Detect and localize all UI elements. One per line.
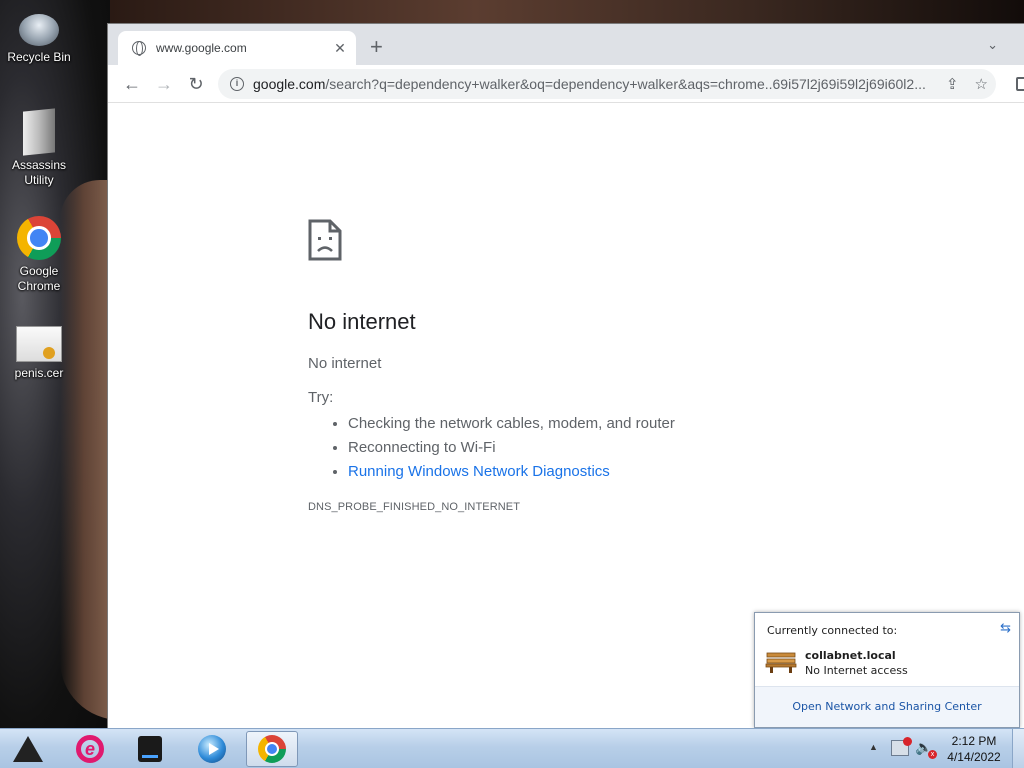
network-status: No Internet access [805, 664, 908, 677]
network-flyout-header: Currently connected to: [767, 624, 898, 637]
list-item: Running Windows Network Diagnostics [348, 460, 828, 484]
url-domain: google.com [253, 76, 326, 92]
address-url[interactable]: google.com/search?q=dependency+walker&oq… [253, 76, 930, 92]
assassins-utility-icon [23, 108, 55, 156]
tab-search-chevron-icon[interactable]: ⌄ [987, 37, 998, 53]
forward-button[interactable]: → [151, 71, 177, 97]
site-info-icon[interactable]: i [230, 77, 244, 91]
desktop-icon-label: Recycle Bin [7, 50, 71, 64]
globe-icon [132, 41, 146, 56]
address-bar[interactable]: i google.com/search?q=dependency+walker&… [218, 69, 996, 99]
desktop-icon-label: penis.cer [14, 366, 64, 380]
usb-drive-icon [138, 736, 162, 762]
side-panel-icon[interactable] [1016, 77, 1024, 91]
share-icon[interactable]: ⇪ [946, 75, 959, 93]
taskbar-internet-explorer[interactable]: e [64, 731, 116, 767]
start-logo-icon [13, 736, 43, 762]
desktop-icon-label: Assassins Utility [11, 158, 67, 187]
error-subtitle: No internet [308, 355, 382, 372]
start-button[interactable] [2, 731, 54, 767]
desktop-icon-certificate[interactable]: penis.cer [4, 322, 74, 381]
volume-muted-icon[interactable]: 🔈 x [915, 739, 937, 759]
network-name: collabnet.local [805, 649, 896, 662]
desktop-icon-google-chrome[interactable]: Google Chrome [4, 216, 74, 294]
error-suggestions: Checking the network cables, modem, and … [308, 412, 828, 484]
error-title: No internet [308, 309, 416, 334]
back-button[interactable]: ← [119, 71, 145, 97]
desktop-wallpaper-top [110, 0, 1024, 24]
tab-strip: www.google.com ✕ + ⌄ [108, 24, 1024, 65]
error-code: DNS_PROBE_FINISHED_NO_INTERNET [308, 501, 521, 513]
certificate-icon [16, 326, 62, 362]
taskbar-media-player[interactable] [186, 731, 238, 767]
internet-explorer-icon: e [76, 735, 104, 763]
clock-date: 4/14/2022 [947, 750, 1001, 764]
show-hidden-icons-arrow-icon[interactable]: ▲ [869, 742, 878, 752]
taskbar: e ▲ 🔈 x 2:12 PM 4/14/2022 [0, 728, 1024, 768]
tab-title: www.google.com [156, 41, 247, 55]
clock-time: 2:12 PM [951, 734, 997, 748]
bench-network-icon [765, 650, 797, 674]
sad-document-icon [308, 219, 342, 261]
reload-button[interactable]: ↻ [183, 71, 209, 97]
taskbar-usb-drive[interactable] [124, 731, 176, 767]
network-flyout: Currently connected to: ⇆ collabnet.loca… [754, 612, 1020, 728]
error-page: No internet No internet Try: Checking th… [308, 219, 828, 513]
list-item: Checking the network cables, modem, and … [348, 412, 828, 436]
show-desktop-button[interactable] [1012, 729, 1024, 768]
taskbar-google-chrome[interactable] [246, 731, 298, 767]
chrome-icon [258, 735, 286, 763]
error-try-label: Try: [308, 389, 334, 406]
recycle-bin-icon [19, 14, 59, 46]
muted-badge: x [928, 750, 937, 759]
desktop-icon-recycle-bin[interactable]: Recycle Bin [4, 6, 74, 65]
toolbar: ← → ↻ i google.com/search?q=dependency+w… [108, 65, 1024, 103]
list-item: Reconnecting to Wi-Fi [348, 436, 828, 460]
new-tab-button[interactable]: + [370, 36, 383, 58]
system-clock[interactable]: 2:12 PM 4/14/2022 [942, 733, 1006, 765]
network-diagnostics-link[interactable]: Running Windows Network Diagnostics [348, 463, 610, 480]
network-flyout-footer: Open Network and Sharing Center [755, 686, 1019, 727]
chrome-icon [17, 216, 61, 260]
bookmark-star-icon[interactable]: ☆ [975, 75, 988, 93]
tab-close-icon[interactable]: ✕ [332, 40, 348, 57]
url-path: /search?q=dependency+walker&oq=dependenc… [325, 76, 926, 92]
desktop-icon-assassins-utility[interactable]: Assassins Utility [4, 108, 74, 188]
desktop-icon-label: Google Chrome [17, 264, 61, 293]
network-tray-icon[interactable] [891, 737, 912, 756]
refresh-network-icon[interactable]: ⇆ [1000, 621, 1011, 636]
tab-google[interactable]: www.google.com ✕ [118, 31, 356, 65]
open-network-sharing-center-link[interactable]: Open Network and Sharing Center [792, 700, 981, 713]
media-player-icon [198, 735, 226, 763]
